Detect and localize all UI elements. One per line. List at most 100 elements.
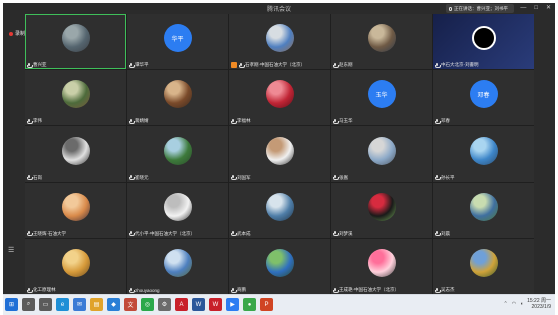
participant-caption: 商鹏	[231, 287, 328, 293]
microphone-icon	[231, 287, 237, 293]
microphone-icon	[27, 231, 33, 237]
chevron-up-icon[interactable]: ⌃	[503, 301, 507, 307]
microphone-icon	[333, 287, 339, 293]
participant-tile[interactable]: 蒋婧婧	[127, 70, 228, 126]
avatar	[163, 192, 192, 221]
powerpoint-icon[interactable]: P	[260, 298, 273, 311]
participant-tile[interactable]: 崔晓元	[127, 126, 228, 182]
start-icon[interactable]: ⊞	[5, 298, 18, 311]
participant-tile[interactable]: 吴志杰	[433, 238, 534, 294]
participant-caption: 武本成	[231, 231, 328, 237]
participant-caption: 刘国军	[231, 175, 328, 181]
taskbar-icons: ⊞ ⌕ ▭ e ✉ ▤ ◆ 文 ◎ ⚙ A W W ▶ ● P	[5, 298, 273, 311]
participant-tile[interactable]: 石孝刚·中国石油大学（北京）	[229, 14, 330, 70]
participant-name: 张嵩	[339, 174, 348, 180]
avatar: 华平	[163, 24, 192, 53]
participant-tile[interactable]: 张嵩	[331, 126, 432, 182]
clock[interactable]: 15:22 周一 2023/1/9	[527, 298, 551, 310]
volume-icon[interactable]: ◖	[520, 301, 523, 307]
participant-caption: 李伟	[27, 118, 124, 124]
word-icon[interactable]: W	[192, 298, 205, 311]
participant-tile[interactable]: zhouyaoong	[127, 238, 228, 294]
participant-tile[interactable]: 武本成	[229, 182, 330, 238]
photos-icon[interactable]: ◆	[107, 298, 120, 311]
taskbar: ⊞ ⌕ ▭ e ✉ ▤ ◆ 文 ◎ ⚙ A W W ▶ ● P ⌃ ◠ ◖ 15:22 周一 2023/1/9	[3, 294, 555, 315]
avatar	[265, 249, 294, 278]
task-view-icon[interactable]: ▭	[39, 298, 52, 311]
host-icon	[231, 62, 237, 69]
participant-caption: 赵东刚	[333, 62, 430, 68]
participant-caption: 王成艳·中国石油大学（北京）	[333, 287, 430, 293]
avatar	[61, 249, 90, 278]
participant-tile[interactable]: 代小平·中国石油大学（北京）	[127, 182, 228, 238]
participant-tile[interactable]: 中石大北京-刘書明	[433, 14, 534, 70]
participant-name: 商鹏	[237, 287, 246, 292]
avatar	[61, 80, 90, 109]
microphone-icon	[435, 287, 441, 293]
participant-tile[interactable]: 华平 谭华平	[127, 14, 228, 70]
microphone-icon	[27, 62, 33, 68]
participant-tile[interactable]: 刘晨	[433, 182, 534, 238]
participant-caption: 石岗	[27, 175, 124, 181]
participant-caption: 蒋婧婧	[129, 118, 226, 124]
participant-tile[interactable]: 石岗	[25, 126, 126, 182]
participant-name: zhouyaoong	[135, 288, 160, 293]
participant-tile[interactable]: 商鹏	[229, 238, 330, 294]
participant-tile[interactable]: 王晓辉·石油大学	[25, 182, 126, 238]
avatar	[163, 80, 192, 109]
microphone-icon	[435, 231, 441, 237]
microphone-icon	[449, 6, 452, 11]
participant-tile[interactable]: 化工原理林	[25, 238, 126, 294]
screen-share-icon	[471, 26, 496, 51]
system-tray: ⌃ ◠ ◖ 15:22 周一 2023/1/9	[503, 298, 551, 310]
chrome-icon[interactable]: ●	[243, 298, 256, 311]
microphone-icon	[129, 62, 135, 68]
participant-name: 王成艳·中国石油大学（北京）	[339, 287, 399, 292]
participant-caption: zhouyaoong	[129, 288, 226, 293]
edge-icon[interactable]: e	[56, 298, 69, 311]
participant-tile[interactable]: 赵东刚	[331, 14, 432, 70]
participant-name: 李伟	[33, 118, 42, 124]
app-icon[interactable]: 文	[124, 298, 137, 311]
close-button[interactable]: ✕	[546, 3, 551, 13]
participant-tile[interactable]: 曹兴亚	[25, 14, 126, 70]
participant-tile[interactable]: 李伟	[25, 70, 126, 126]
participant-caption: 中石大北京-刘書明	[435, 62, 532, 68]
participant-name: 石岗	[33, 174, 42, 180]
participant-tile[interactable]: 邓春 邓春	[433, 70, 534, 126]
participant-name: 曹兴亚	[33, 62, 47, 68]
explorer-icon[interactable]: ▤	[90, 298, 103, 311]
participant-name: 代小平·中国石油大学（北京）	[135, 230, 195, 236]
microphone-icon	[333, 62, 339, 68]
microphone-icon	[333, 231, 339, 237]
participant-name: 武本成	[237, 230, 251, 236]
wifi-icon[interactable]: ◠	[512, 301, 516, 307]
participant-tile[interactable]: 孙长平	[433, 126, 534, 182]
participant-list-toggle[interactable]: ☰	[8, 246, 14, 254]
clock-date: 2023/1/9	[531, 304, 551, 310]
acrobat-icon[interactable]: A	[175, 298, 188, 311]
participant-tile[interactable]: 刘国军	[229, 126, 330, 182]
minimize-button[interactable]: —	[520, 3, 526, 13]
participant-tile[interactable]: 李福林	[229, 70, 330, 126]
participant-caption: 王晓辉·石油大学	[27, 231, 124, 237]
meeting-window: 腾讯会议 正在讲话：曹兴亚；刘书平 — □ ✕ 录制中 ☰ 曹兴亚 华平 谭华平 石孝…	[3, 3, 555, 294]
wps-icon[interactable]: W	[209, 298, 222, 311]
participant-name: 中石大北京-刘書明	[441, 62, 479, 68]
browser-icon[interactable]: ◎	[141, 298, 154, 311]
participant-tile[interactable]: 刘梦溪	[331, 182, 432, 238]
settings-icon[interactable]: ⚙	[158, 298, 171, 311]
avatar	[163, 136, 192, 165]
maximize-button[interactable]: □	[534, 3, 538, 13]
participant-name: 马玉华	[339, 118, 353, 124]
meeting-icon[interactable]: ▶	[226, 298, 239, 311]
search-icon[interactable]: ⌕	[22, 298, 35, 311]
avatar	[469, 192, 498, 221]
participant-name: 李福林	[237, 118, 251, 124]
participant-tile[interactable]: 玉华 马玉华	[331, 70, 432, 126]
microphone-icon	[333, 175, 339, 181]
mail-icon[interactable]: ✉	[73, 298, 86, 311]
participant-tile[interactable]: 王成艳·中国石油大学（北京）	[331, 238, 432, 294]
participant-name: 吴志杰	[441, 287, 455, 292]
avatar	[61, 24, 90, 53]
